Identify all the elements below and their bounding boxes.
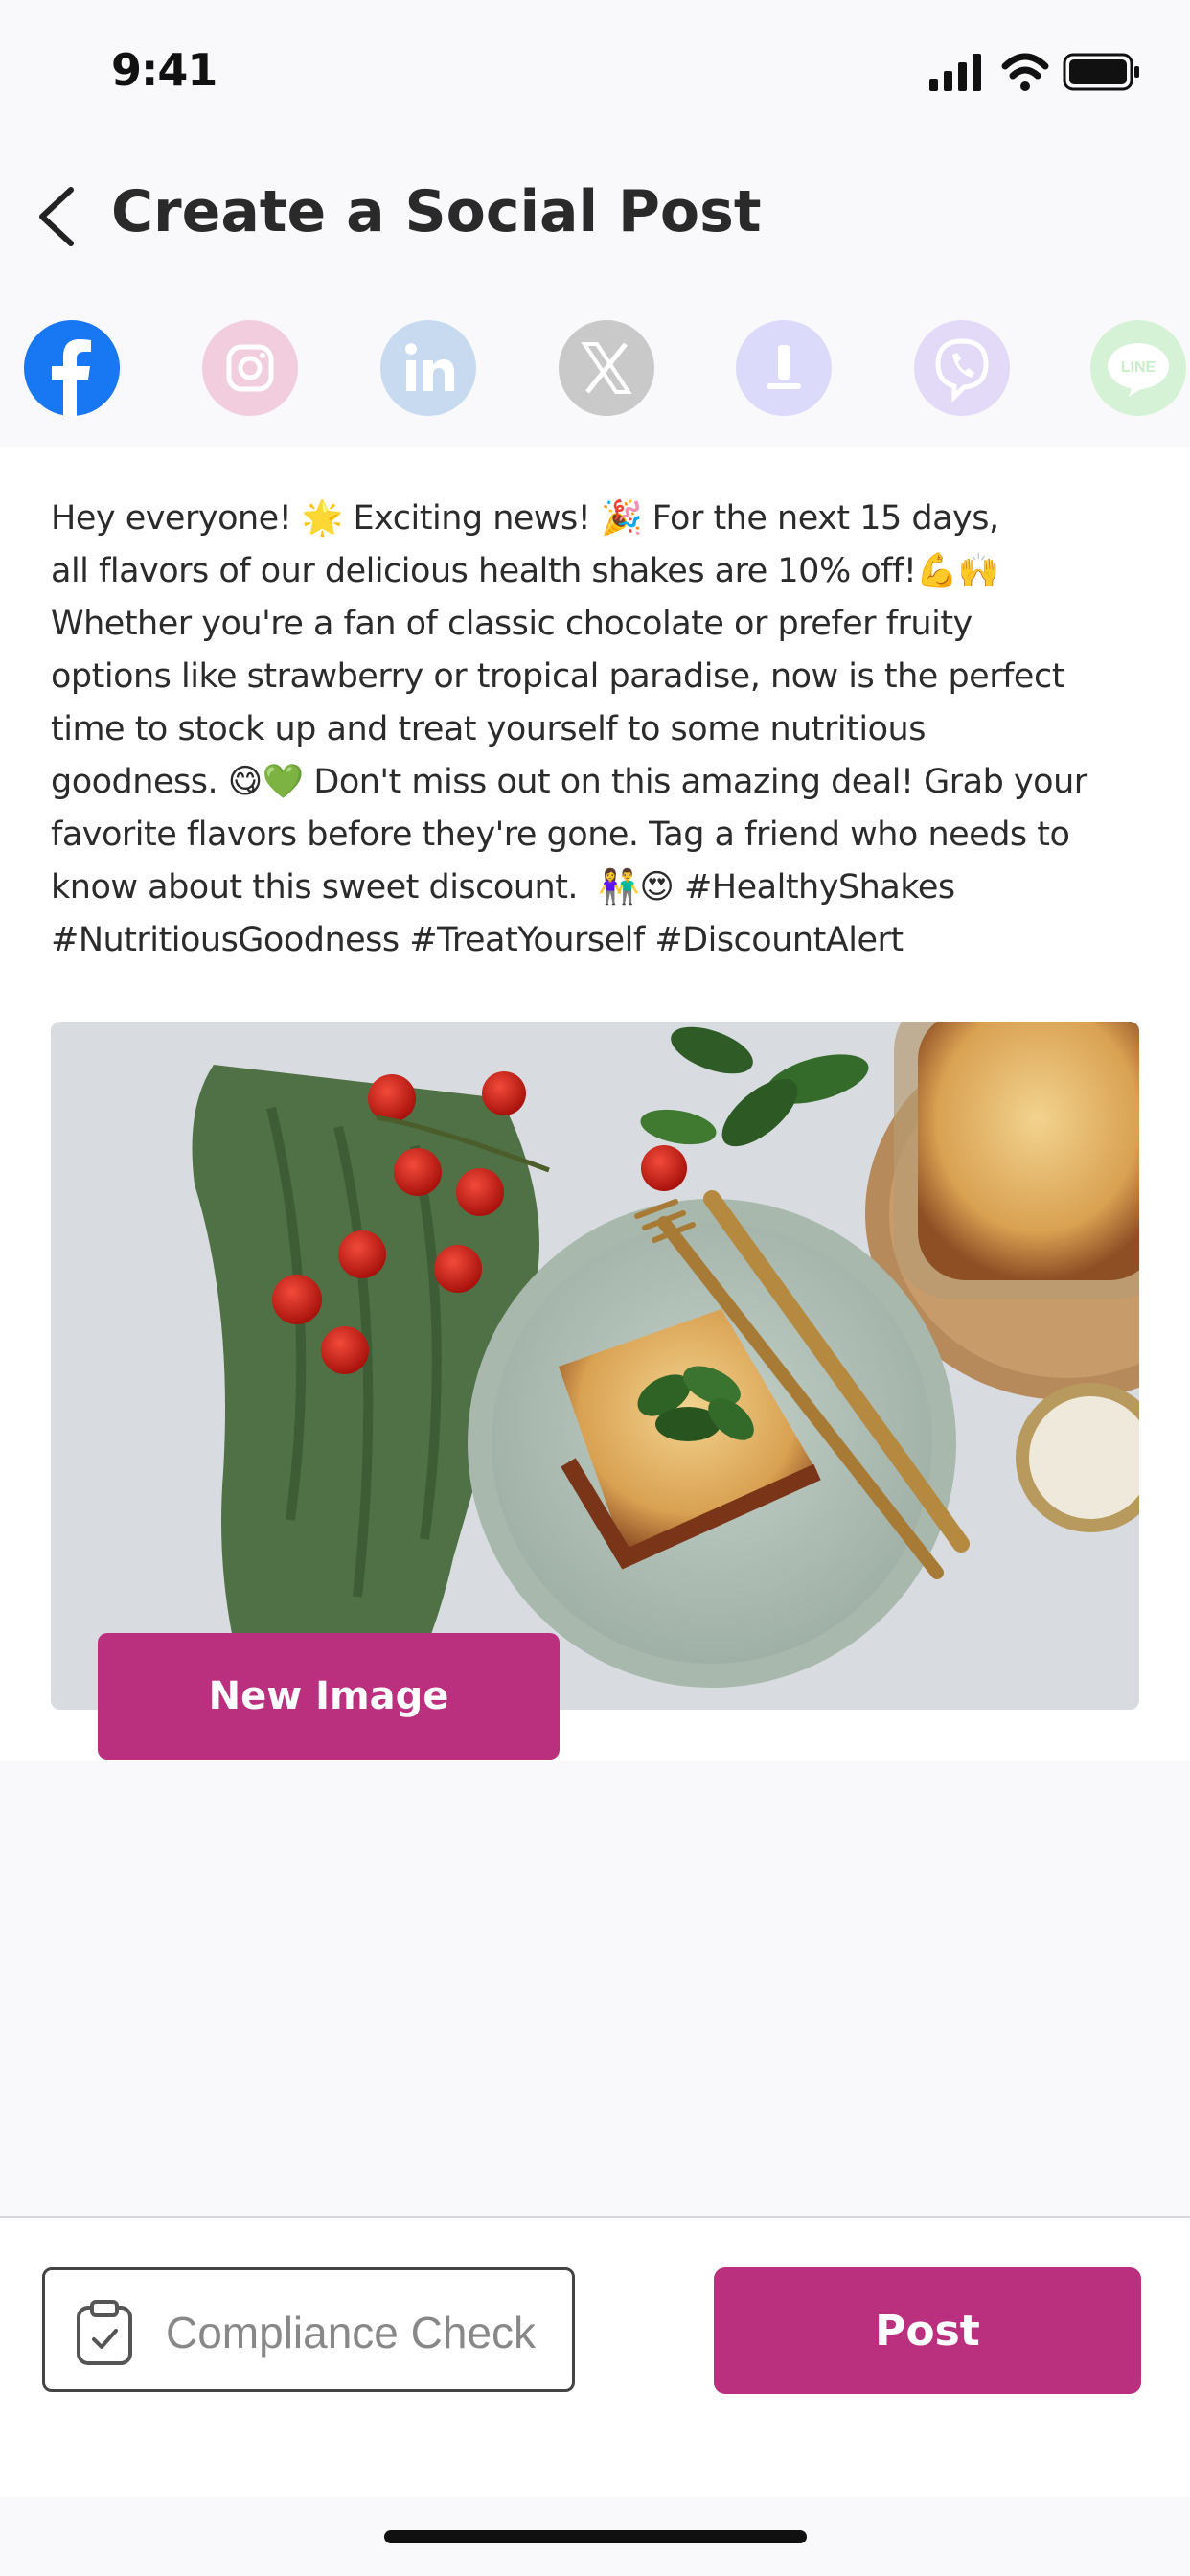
svg-text:LINE: LINE — [1121, 359, 1156, 376]
instagram-icon — [226, 344, 274, 392]
action-bar: Compliance Check Post — [0, 2218, 1190, 2497]
platform-x[interactable] — [559, 320, 654, 416]
chevron-left-icon — [39, 187, 74, 246]
x-icon — [581, 342, 632, 394]
compliance-check-button[interactable]: Compliance Check — [42, 2267, 575, 2392]
platform-linkedin[interactable] — [380, 320, 476, 416]
platform-phone[interactable] — [736, 320, 832, 416]
home-indicator — [384, 2530, 807, 2543]
post-button[interactable]: Post — [714, 2267, 1141, 2394]
food-photo — [51, 1022, 1139, 1710]
wifi-icon — [1001, 53, 1049, 91]
compliance-check-label: Compliance Check — [166, 2308, 537, 2358]
facebook-icon — [52, 339, 91, 416]
post-editor: Hey everyone! 🌟 Exciting news! 🎉 For the… — [0, 447, 1190, 1761]
viber-icon — [935, 338, 989, 403]
back-button[interactable] — [29, 182, 86, 251]
platform-viber[interactable] — [914, 320, 1010, 416]
platform-line[interactable]: LINE — [1090, 320, 1186, 416]
status-icons — [929, 50, 1140, 102]
header: Create a Social Post — [0, 144, 1190, 288]
post-text[interactable]: Hey everyone! 🌟 Exciting news! 🎉 For the… — [51, 493, 1153, 967]
clipboard-check-icon — [77, 2300, 132, 2365]
battery-icon — [1063, 53, 1139, 91]
linkedin-icon — [405, 343, 454, 391]
status-bar: 9:41 — [0, 0, 1190, 144]
status-time: 9:41 — [111, 44, 217, 96]
post-image — [51, 1022, 1139, 1710]
new-image-button[interactable]: New Image — [98, 1633, 560, 1760]
platform-selector: LINE — [0, 307, 1190, 431]
phone-icon — [767, 345, 801, 389]
signal-icon — [929, 54, 981, 91]
platform-facebook[interactable] — [24, 320, 120, 416]
page-title: Create a Social Post — [111, 178, 762, 245]
platform-instagram[interactable] — [202, 320, 298, 416]
line-icon: LINE — [1108, 343, 1169, 397]
